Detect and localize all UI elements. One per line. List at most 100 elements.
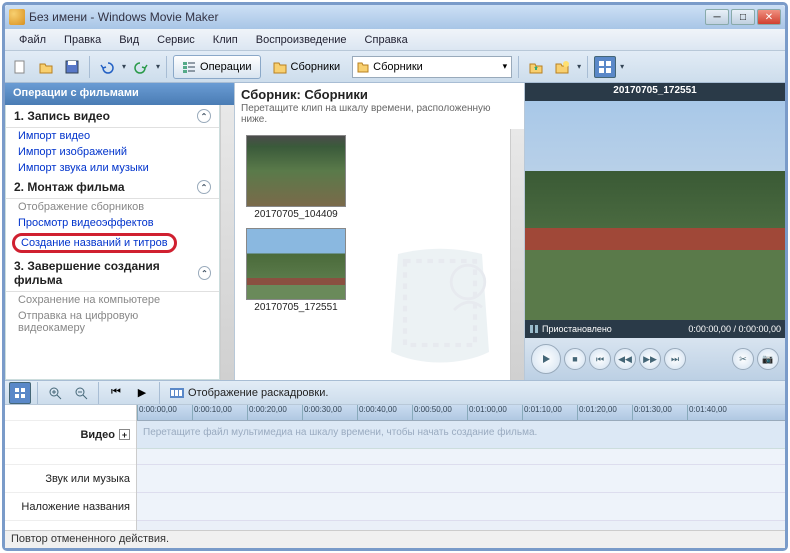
undo-button[interactable] [96,56,118,78]
tl-view-button[interactable] [9,382,31,404]
collapse-icon[interactable]: ⌃ [198,266,211,280]
ruler-tick: 0:00:10,00 [192,405,247,420]
clip-thumb[interactable]: 20170705_104409 [241,135,351,220]
collection-hint: Перетащите клип на шкалу времени, распол… [241,103,518,125]
storyboard-icon [170,386,184,400]
snapshot-button[interactable]: 📷 [757,348,779,370]
rewind-button[interactable]: ◀◀ [614,348,636,370]
collapse-icon[interactable]: ⌃ [197,109,211,123]
combo-text: Сборники [373,61,498,73]
clip-thumb-label: 20170705_104409 [241,209,351,220]
menubar: Файл Правка Вид Сервис Клип Воспроизведе… [5,29,785,51]
forward-button[interactable]: ▶▶ [639,348,661,370]
menu-clip[interactable]: Клип [205,32,246,48]
ruler-tick: 0:00:40,00 [357,405,412,420]
track-audio[interactable] [137,465,785,493]
new-folder-button[interactable] [551,56,573,78]
timeline-mode-label[interactable]: Отображение раскадровки. [188,387,328,399]
minimize-button[interactable]: ─ [705,9,729,25]
collections-label: Сборники [291,61,341,73]
maximize-button[interactable]: □ [731,9,755,25]
ruler-tick: 0:01:20,00 [577,405,632,420]
open-button[interactable] [35,56,57,78]
tl-play-button[interactable]: ▶ [131,382,153,404]
preview-time: 0:00:00,00 / 0:00:00,00 [688,324,781,334]
clip-thumb-label: 20170705_172551 [241,302,351,313]
menu-service[interactable]: Сервис [149,32,203,48]
menu-help[interactable]: Справка [357,32,416,48]
window-title: Без имени - Windows Movie Maker [29,10,705,24]
toolbar: ▾ ▾ Операции Сборники Сборники ▾ ▾ ▾ [5,51,785,83]
app-icon [9,9,25,25]
play-button[interactable] [531,344,561,374]
stop-button[interactable]: ■ [564,348,586,370]
chevron-down-icon: ▾ [503,61,508,72]
menu-playback[interactable]: Воспроизведение [248,32,355,48]
split-button[interactable]: ✂ [732,348,754,370]
ruler-tick: 0:00:50,00 [412,405,467,420]
menu-view[interactable]: Вид [111,32,147,48]
tl-zoom-in-button[interactable] [44,382,66,404]
task-import-video[interactable]: Импорт видео [6,128,219,144]
preview-status-text: Приостановлено [542,324,612,334]
task-import-audio[interactable]: Импорт звука или музыки [6,160,219,176]
task-import-images[interactable]: Импорт изображений [6,144,219,160]
track-label-overlay: Наложение названия [5,493,136,521]
preview-controls: ■ ⏮ ◀◀ ▶▶ ⏭ ✂ 📷 [525,338,785,380]
ruler-tick: 0:00:00,00 [137,405,192,420]
collection-pane: Сборник: Сборники Перетащите клип на шка… [235,83,525,380]
collections-toggle[interactable]: Сборники [265,55,349,79]
task-section-2[interactable]: 2. Монтаж фильма ⌃ [6,176,219,199]
task-titles-credits[interactable]: Создание названий и титров [21,237,168,249]
task-section-3[interactable]: 3. Завершение создания фильма ⌃ [6,255,219,292]
preview-pane: 20170705_172551 Приостановлено 0:00:00,0… [525,83,785,380]
menu-edit[interactable]: Правка [56,32,109,48]
task-save-computer: Сохранение на компьютере [6,292,219,308]
collapse-icon[interactable]: ⌃ [197,180,211,194]
track-label-audio: Звук или музыка [5,465,136,493]
tl-zoom-out-button[interactable] [70,382,92,404]
up-folder-button[interactable] [525,56,547,78]
operations-toggle[interactable]: Операции [173,55,260,79]
task-section-1[interactable]: 1. Запись видео ⌃ [6,105,219,128]
statusbar: Повтор отмененного действия. [5,530,785,548]
timeline-ruler[interactable]: 0:00:00,000:00:10,000:00:20,000:00:30,00… [137,405,785,421]
pause-status-icon [529,324,539,334]
tasks-icon [182,60,196,74]
close-button[interactable]: ✕ [757,9,781,25]
track-label-video: Видео+ [5,421,136,449]
timeline-track-labels: Видео+ Звук или музыка Наложение названи… [5,405,137,530]
preview-statusbar: Приостановлено 0:00:00,00 / 0:00:00,00 [525,320,785,338]
folder-icon [273,60,287,74]
collection-title: Сборник: Сборники [241,87,518,102]
expand-video-track[interactable]: + [119,429,130,440]
tasks-pane-header: Операции с фильмами [5,83,234,105]
save-button[interactable] [61,56,83,78]
ruler-tick: 0:01:40,00 [687,405,742,420]
menu-file[interactable]: Файл [11,32,54,48]
track-overlay[interactable] [137,493,785,521]
ruler-tick: 0:01:00,00 [467,405,522,420]
timeline-drop-hint: Перетащите файл мультимедиа на шкалу вре… [137,421,785,449]
collection-combo[interactable]: Сборники ▾ [352,56,512,78]
redo-button[interactable] [130,56,152,78]
titlebar: Без имени - Windows Movie Maker ─ □ ✕ [5,5,785,29]
timeline-tracks[interactable]: 0:00:00,000:00:10,000:00:20,000:00:30,00… [137,405,785,530]
task-send-camera: Отправка на цифровую видеокамеру [6,308,219,336]
preview-title: 20170705_172551 [525,83,785,101]
track-transition[interactable] [137,449,785,465]
next-button[interactable]: ⏭ [664,348,686,370]
timeline-area: ⏮ ▶ Отображение раскадровки. Видео+ Звук… [5,380,785,530]
collection-scrollbar[interactable] [510,129,524,380]
view-button[interactable] [594,56,616,78]
preview-video[interactable] [525,101,785,320]
prev-button[interactable]: ⏮ [589,348,611,370]
ruler-tick: 0:01:30,00 [632,405,687,420]
tasks-scrollbar[interactable] [220,105,234,380]
tl-rewind-button[interactable]: ⏮ [105,382,127,404]
new-button[interactable] [9,56,31,78]
task-video-effects[interactable]: Просмотр видеоэффектов [6,215,219,231]
folder-small-icon [357,61,369,73]
ruler-tick: 0:00:30,00 [302,405,357,420]
clip-thumb[interactable]: 20170705_172551 [241,228,351,313]
